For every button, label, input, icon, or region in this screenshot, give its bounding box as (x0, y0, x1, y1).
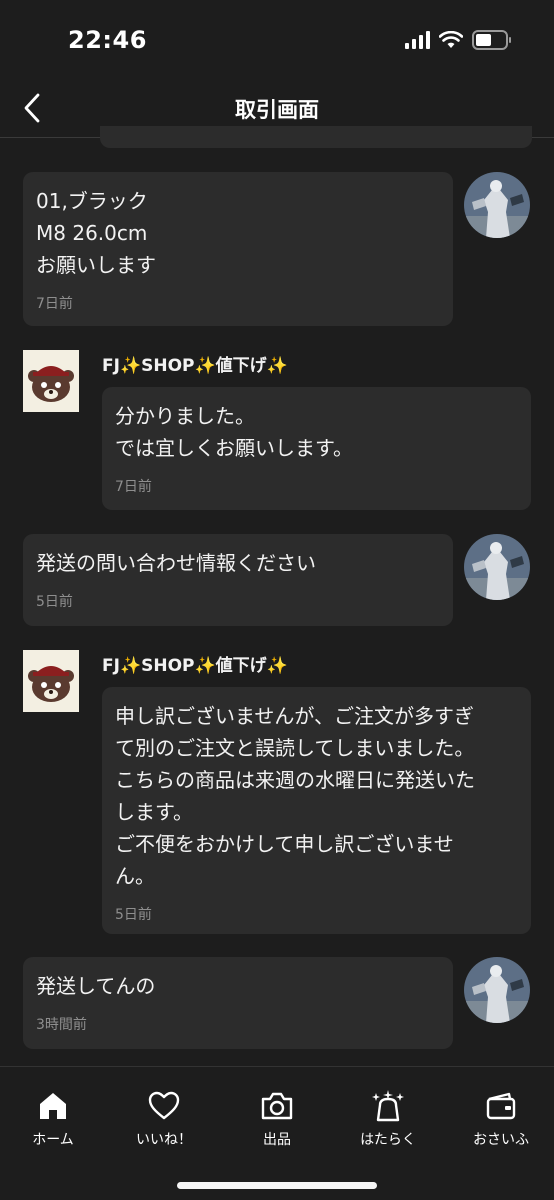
message-text: 発送してんの (36, 974, 156, 998)
status-time: 22:46 (68, 26, 147, 54)
tab-label: おさいふ (473, 1132, 529, 1148)
tab-label: いいね！ (136, 1132, 192, 1148)
message-bubble-shop: 分かりました。 では宜しくお願いします。 7日前 (102, 387, 531, 510)
message-bubble-shop: 申し訳ございませんが、ご注文が多すぎ て別のご注文と誤読してしまいました。 こち… (102, 687, 531, 934)
page-title: 取引画面 (235, 98, 319, 122)
home-icon (40, 1093, 66, 1119)
status-icons (405, 30, 511, 50)
tab-bar: ホーム いいね！ 出品 はたらく おさいふ (0, 1066, 554, 1200)
message-bubble-self: 発送の問い合わせ情報ください 5日前 (23, 534, 453, 626)
user-avatar[interactable] (464, 172, 530, 238)
message-text: 01,ブラック M8 26.0cm お願いします (36, 189, 156, 277)
wifi-icon (439, 31, 463, 48)
message-text: 分かりました。 では宜しくお願いします。 (115, 404, 353, 460)
tab-wallet[interactable]: おさいふ (451, 1089, 551, 1149)
message-time: 7日前 (36, 296, 73, 312)
home-indicator (177, 1182, 377, 1189)
message-text: 申し訳ございませんが、ご注文が多すぎ て別のご注文と誤読してしまいました。 こち… (115, 704, 475, 888)
status-bar: 22:46 (0, 0, 554, 82)
message-bubble-self: 01,ブラック M8 26.0cm お願いします 7日前 (23, 172, 453, 326)
battery-icon (472, 30, 511, 50)
signal-icon (405, 31, 430, 49)
message-time: 3時間前 (36, 1017, 87, 1033)
tab-work[interactable]: はたらく (338, 1089, 438, 1149)
message-text: 発送の問い合わせ情報ください (36, 551, 316, 575)
message-time: 7日前 (115, 479, 152, 495)
user-avatar[interactable] (464, 957, 530, 1023)
tab-home[interactable]: ホーム (3, 1089, 103, 1149)
sender-name: FJ✨SHOP✨値下げ✨ (102, 656, 288, 676)
shop-avatar[interactable] (23, 650, 79, 712)
message-time: 5日前 (36, 594, 73, 610)
tab-label: 出品 (263, 1132, 291, 1148)
previous-message-bubble (100, 126, 532, 148)
heart-icon (148, 1091, 180, 1120)
wallet-icon (486, 1092, 516, 1120)
message-time: 5日前 (115, 907, 152, 923)
tab-label: はたらく (360, 1132, 416, 1148)
sender-name: FJ✨SHOP✨値下げ✨ (102, 356, 288, 376)
tab-likes[interactable]: いいね！ (114, 1089, 214, 1149)
user-avatar[interactable] (464, 534, 530, 600)
sparkle-bag-icon (372, 1090, 404, 1122)
camera-icon (261, 1092, 293, 1120)
shop-avatar[interactable] (23, 350, 79, 412)
tab-label: ホーム (32, 1132, 74, 1148)
message-bubble-self: 発送してんの 3時間前 (23, 957, 453, 1049)
tab-sell[interactable]: 出品 (227, 1089, 327, 1149)
